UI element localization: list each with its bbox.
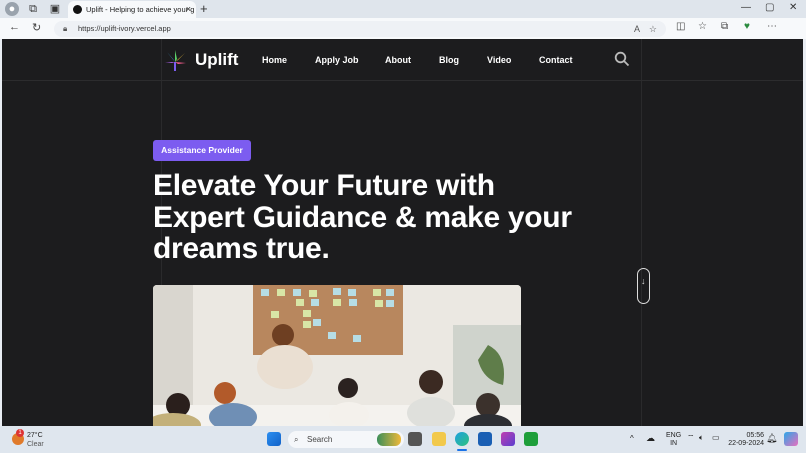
site-header: Uplift Home Apply Job About Blog Video C… bbox=[2, 39, 803, 81]
browser-toolbar: ← ↻ 🔒︎ https://uplift-ivory.vercel.app A… bbox=[0, 18, 806, 53]
task-view-icon[interactable] bbox=[408, 432, 422, 446]
file-explorer-icon[interactable] bbox=[432, 432, 446, 446]
nav-contact[interactable]: Contact bbox=[539, 55, 573, 65]
notifications-bell-icon[interactable]: 🔔︎ bbox=[766, 434, 777, 443]
hero-team-photo bbox=[153, 285, 521, 426]
search-highlight-icon bbox=[377, 433, 401, 446]
nav-blog[interactable]: Blog bbox=[439, 55, 459, 65]
language-code: ENG bbox=[666, 432, 682, 439]
nav-video[interactable]: Video bbox=[487, 55, 511, 65]
lock-icon: 🔒︎ bbox=[63, 24, 68, 33]
weather-condition: Clear bbox=[27, 441, 44, 448]
scroll-down-indicator[interactable]: ↓ bbox=[637, 268, 650, 304]
hero-headline: Elevate Your Future with Expert Guidance… bbox=[153, 170, 673, 265]
language-indicator[interactable]: ENG IN bbox=[666, 432, 681, 448]
close-window-button[interactable]: ✕ bbox=[789, 2, 797, 13]
browser-titlebar: ● ⧉ ▣ Uplift - Helping to achieve your g… bbox=[0, 0, 806, 18]
headline-line-3: dreams true. bbox=[153, 232, 330, 265]
copilot-taskbar-icon[interactable] bbox=[784, 432, 798, 446]
battery-icon[interactable]: ▭ bbox=[712, 434, 720, 442]
browser-essentials-icon[interactable]: ♥ bbox=[744, 21, 750, 32]
nav-home[interactable]: Home bbox=[262, 55, 287, 65]
restore-button[interactable]: ▢ bbox=[765, 2, 774, 13]
arrow-down-icon: ↓ bbox=[641, 276, 646, 286]
assistance-provider-badge: Assistance Provider bbox=[153, 140, 251, 161]
clock[interactable]: 05:56 22-09-2024 bbox=[728, 432, 764, 448]
tab-close-icon[interactable]: × bbox=[186, 1, 191, 18]
site-favicon-icon bbox=[73, 5, 82, 14]
edge-browser-icon[interactable] bbox=[455, 432, 469, 446]
clock-date: 22-09-2024 bbox=[728, 440, 764, 447]
search-icon: ⌕ bbox=[294, 435, 299, 444]
headline-line-1: Elevate Your Future with bbox=[153, 169, 495, 202]
start-button-windows-icon[interactable] bbox=[267, 432, 281, 446]
taskbar-search-placeholder: Search bbox=[307, 435, 333, 444]
wifi-icon[interactable]: ⌔ bbox=[687, 434, 695, 442]
xbox-app-icon[interactable] bbox=[524, 432, 538, 446]
url-text: https://uplift-ivory.vercel.app bbox=[78, 24, 171, 33]
chevron-up-icon[interactable]: ^ bbox=[630, 435, 634, 443]
collections-icon[interactable]: ⧉ bbox=[721, 21, 728, 32]
split-screen-icon[interactable]: ◫ bbox=[676, 21, 685, 32]
favorites-icon[interactable]: ☆ bbox=[698, 21, 707, 32]
uplift-logo-icon[interactable] bbox=[163, 50, 187, 72]
region-code: IN bbox=[670, 440, 678, 447]
workspaces-icon[interactable]: ⧉ bbox=[26, 2, 40, 16]
address-bar[interactable]: 🔒︎ https://uplift-ivory.vercel.app A ☆ bbox=[54, 21, 666, 37]
nav-about[interactable]: About bbox=[385, 55, 411, 65]
photos-app-icon[interactable] bbox=[501, 432, 515, 446]
profile-icon[interactable]: ● bbox=[5, 2, 19, 16]
browser-tab-active[interactable]: Uplift - Helping to achieve your g × bbox=[68, 1, 196, 18]
refresh-icon[interactable]: ↻ bbox=[32, 21, 41, 34]
active-app-indicator bbox=[457, 449, 467, 451]
headline-line-2: Expert Guidance & make your bbox=[153, 200, 572, 234]
volume-icon[interactable]: 🔈︎ bbox=[699, 434, 704, 442]
clock-time: 05:56 bbox=[746, 432, 764, 439]
read-aloud-icon[interactable]: A bbox=[634, 21, 640, 37]
new-tab-button[interactable]: + bbox=[200, 1, 208, 16]
microsoft-store-icon[interactable] bbox=[478, 432, 492, 446]
weather-temp[interactable]: 27°C bbox=[27, 432, 43, 440]
nav-apply-job[interactable]: Apply Job bbox=[315, 55, 359, 65]
tab-actions-icon[interactable]: ▣ bbox=[48, 2, 62, 16]
windows-taskbar: 1 27°C Clear ⌕ Search ^ ☁ ENG IN ⌔ 🔈︎ ▭ … bbox=[0, 426, 806, 453]
web-page: Uplift Home Apply Job About Blog Video C… bbox=[2, 39, 803, 426]
onedrive-cloud-icon[interactable]: ☁ bbox=[646, 434, 655, 443]
favorite-star-icon[interactable]: ☆ bbox=[649, 21, 657, 37]
search-icon[interactable] bbox=[614, 51, 630, 67]
back-icon[interactable]: ← bbox=[9, 21, 20, 33]
more-menu-icon[interactable]: ⋯ bbox=[767, 21, 777, 32]
brand-name[interactable]: Uplift bbox=[195, 50, 238, 70]
tab-title: Uplift - Helping to achieve your g bbox=[86, 5, 195, 14]
weather-alert-badge: 1 bbox=[16, 429, 24, 437]
minimize-button[interactable]: — bbox=[741, 2, 751, 13]
taskbar-search[interactable]: ⌕ Search bbox=[288, 431, 404, 448]
